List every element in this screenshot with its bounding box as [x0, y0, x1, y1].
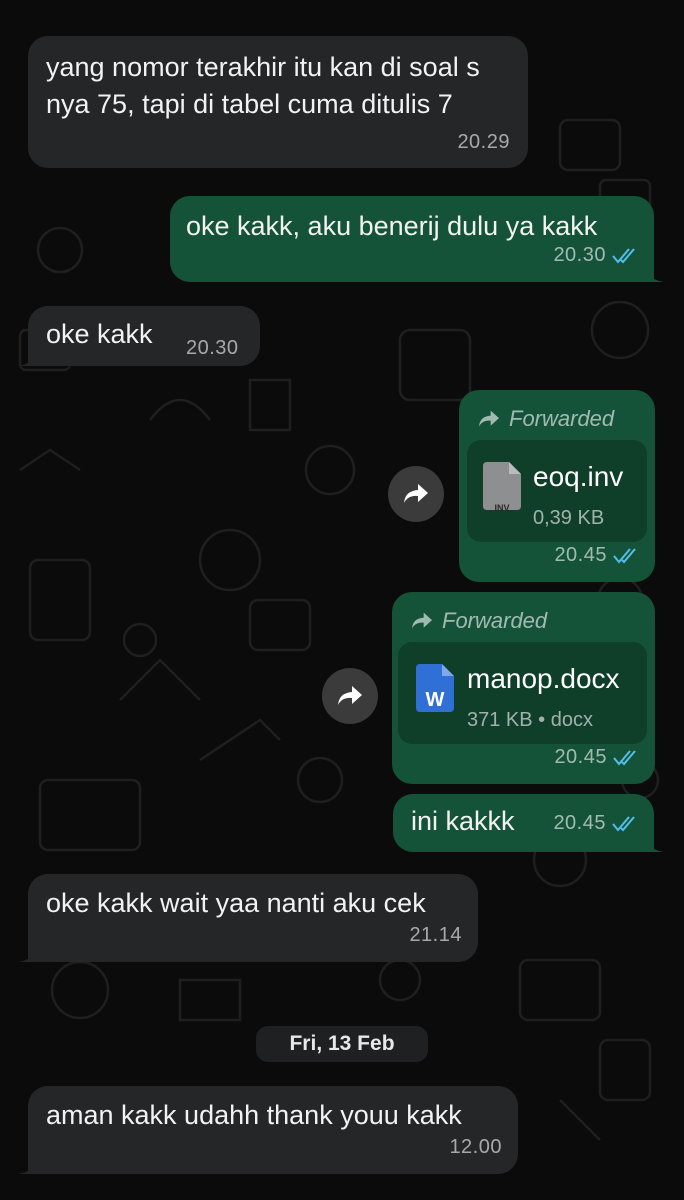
forward-arrow-icon	[338, 686, 362, 705]
forward-arrow-icon	[412, 612, 432, 628]
message-time: 20.29	[457, 131, 510, 153]
bubble-tail	[646, 836, 664, 852]
message-time: 20.45	[554, 746, 607, 768]
chat-area: yang nomor terakhir itu kan di soal s ny…	[0, 0, 684, 1200]
word-doc-icon: W	[416, 664, 454, 712]
forwarded-file-message[interactable]: Forwarded W manop.docx 371 KB • docx 20.…	[392, 592, 655, 784]
message-bubble-incoming[interactable]: oke kakk 20.30	[18, 306, 260, 366]
message-text: oke kakk wait yaa nanti aku cek	[46, 888, 426, 918]
message-time: 20.30	[553, 244, 606, 266]
bubble-tail	[18, 1158, 36, 1174]
double-check-icon	[612, 247, 635, 264]
message-bubble-incoming[interactable]: oke kakk wait yaa nanti aku cek 21.14	[18, 874, 478, 962]
message-bubble-outgoing[interactable]: oke kakk, aku benerij dulu ya kakk 20.30	[170, 196, 664, 282]
message-text: yang nomor terakhir itu kan di soal s ny…	[46, 52, 480, 119]
file-type-label: INV	[494, 503, 510, 513]
forwarded-label: Forwarded	[442, 608, 548, 633]
bubble-tail	[18, 946, 36, 962]
message-text: ini kakkk	[411, 806, 515, 836]
message-time: 20.45	[554, 544, 607, 566]
message-time: 20.45	[553, 812, 606, 834]
file-type-label: W	[425, 689, 445, 711]
message-time: 21.14	[409, 924, 462, 946]
file-name: manop.docx	[467, 663, 620, 694]
generic-file-icon: INV	[483, 462, 521, 513]
message-bubble-incoming[interactable]: aman kakk udahh thank youu kakk 12.00	[18, 1086, 518, 1174]
message-time: 20.30	[186, 337, 239, 359]
forward-button[interactable]	[388, 466, 444, 522]
double-check-icon	[613, 749, 636, 766]
date-separator: Fri, 13 Feb	[256, 1026, 428, 1062]
file-name: eoq.inv	[533, 461, 624, 492]
document-card[interactable]: W manop.docx 371 KB • docx	[398, 642, 647, 744]
forwarded-label: Forwarded	[509, 406, 615, 431]
message-time: 12.00	[449, 1136, 502, 1158]
forwarded-file-message[interactable]: Forwarded INV eoq.inv 0,39 KB 20.45	[459, 390, 655, 582]
bubble-tail	[646, 266, 664, 282]
message-bubble-outgoing[interactable]: ini kakkk 20.45	[393, 794, 664, 852]
message-bubble-incoming[interactable]: yang nomor terakhir itu kan di soal s ny…	[28, 36, 528, 168]
bubble-tail	[18, 350, 36, 366]
document-card[interactable]: INV eoq.inv 0,39 KB	[467, 440, 647, 542]
forward-arrow-icon	[404, 484, 428, 503]
message-text: aman kakk udahh thank youu kakk	[46, 1100, 462, 1130]
double-check-icon	[613, 547, 636, 564]
message-text: oke kakk	[46, 319, 153, 349]
message-text: oke kakk, aku benerij dulu ya kakk	[186, 211, 598, 241]
forward-button[interactable]	[322, 668, 378, 724]
forward-arrow-icon	[479, 410, 499, 426]
double-check-icon	[612, 815, 635, 832]
file-size: 371 KB • docx	[467, 709, 593, 731]
file-size: 0,39 KB	[533, 507, 605, 529]
